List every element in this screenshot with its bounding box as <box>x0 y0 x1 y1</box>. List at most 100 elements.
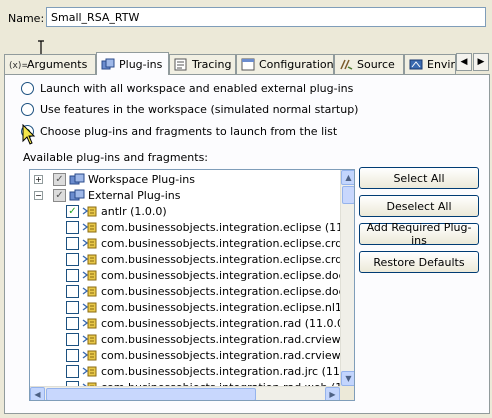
tree-item-label: com.businessobjects.integration.eclipse.… <box>101 300 354 314</box>
plugin-icon <box>82 238 97 248</box>
source-icon <box>339 58 353 71</box>
scroll-corner <box>340 386 354 400</box>
add-required-plugins-button[interactable]: Add Required Plug-ins <box>359 221 479 247</box>
plugin-checkbox[interactable]: ✓ <box>53 188 66 202</box>
plugin-icon <box>82 302 97 312</box>
plugin-checkbox[interactable] <box>66 316 79 330</box>
tab-plug-ins[interactable]: Plug-ins <box>96 52 169 75</box>
tab-configuration[interactable]: Configuration <box>236 54 334 74</box>
tree-plugin-row[interactable]: com.businessobjects.integration.rad.crvi… <box>66 347 355 363</box>
plugin-icon <box>82 270 97 280</box>
tree-plugin-row[interactable]: com.businessobjects.integration.eclipse … <box>66 219 355 235</box>
radio-button[interactable] <box>21 82 34 95</box>
radio-label: Choose plug-ins and fragments to launch … <box>40 125 338 138</box>
tree-plugin-row[interactable]: com.businessobjects.integration.eclipse.… <box>66 299 354 315</box>
tree-plugin-row[interactable]: com.businessobjects.integration.eclipse.… <box>66 267 355 283</box>
tab-scroll-right-button[interactable]: ▶ <box>473 53 489 71</box>
tree-plugin-row[interactable]: com.businessobjects.integration.eclipse.… <box>66 251 355 267</box>
plugin-checkbox[interactable] <box>66 268 79 282</box>
tree-item-label: com.businessobjects.integration.eclipse.… <box>101 268 355 282</box>
tree-plugin-row[interactable]: com.businessobjects.integration.rad.crvi… <box>66 331 354 347</box>
plugin-icon <box>82 350 97 360</box>
tree-item-label: External Plug-ins <box>88 188 181 202</box>
tab-tracing[interactable]: Tracing <box>169 54 236 74</box>
plugin-checkbox[interactable] <box>66 236 79 250</box>
plugin-checkbox[interactable]: ✓ <box>66 204 79 218</box>
tree-plugin-row[interactable]: com.businessobjects.integration.rad.jrc … <box>66 363 355 379</box>
deselect-all-button[interactable]: Deselect All <box>359 195 479 217</box>
tracing-icon <box>174 58 188 71</box>
scroll-right-icon[interactable]: ▶ <box>325 387 340 400</box>
plugin-checkbox[interactable] <box>66 220 79 234</box>
plugin-icon <box>82 286 97 296</box>
plugin-folder-icon <box>69 189 85 200</box>
svg-text:(x)=: (x)= <box>9 61 27 71</box>
tree-item-label: com.businessobjects.integration.eclipse.… <box>101 284 355 298</box>
plugin-checkbox[interactable]: ✓ <box>53 172 66 186</box>
plugin-checkbox[interactable] <box>66 332 79 346</box>
arguments-icon: (x)= <box>9 58 29 71</box>
plugin-checkbox[interactable] <box>66 348 79 362</box>
tree-plugin-row[interactable]: com.businessobjects.integration.rad (11.… <box>66 315 348 331</box>
scroll-left-icon[interactable]: ◀ <box>30 387 45 400</box>
tree-folder-row[interactable]: − ✓ External Plug-ins <box>34 187 181 203</box>
vertical-scroll-thumb[interactable] <box>342 186 354 204</box>
horizontal-scroll-thumb[interactable] <box>46 388 256 400</box>
tree-plugin-row[interactable]: ✓ antlr (1.0.0) <box>66 203 167 219</box>
scroll-down-icon[interactable]: ▼ <box>341 371 354 386</box>
plugin-checkbox[interactable] <box>66 300 79 314</box>
horizontal-scrollbar[interactable]: ◀ ▶ <box>30 386 340 400</box>
expand-icon[interactable]: + <box>34 174 43 184</box>
tab-label: Plug-ins <box>119 57 163 71</box>
tab-label: Configuration <box>259 58 334 71</box>
tree-item-label: com.businessobjects.integration.rad.crvi… <box>101 348 355 362</box>
environment-icon <box>409 58 423 71</box>
plugin-checkbox[interactable] <box>66 364 79 378</box>
plugin-icon <box>82 366 97 376</box>
select-all-button[interactable]: Select All <box>359 167 479 189</box>
tab-source[interactable]: Source <box>334 54 404 74</box>
tree-plugin-row[interactable]: com.businessobjects.integration.eclipse.… <box>66 283 355 299</box>
radio-label: Launch with all workspace and enabled ex… <box>40 82 354 95</box>
vertical-scrollbar[interactable]: ▲ ▼ <box>340 170 354 386</box>
tab-strip: (x)= Arguments Plug-ins Tracing Configur… <box>4 52 490 75</box>
name-input[interactable] <box>46 7 486 27</box>
tree-item-label: com.businessobjects.integration.rad.crvi… <box>101 332 354 346</box>
tree-plugin-row[interactable]: com.businessobjects.integration.eclipse.… <box>66 235 355 251</box>
tab-label: Tracing <box>192 58 232 71</box>
name-label: Name: <box>8 12 45 25</box>
restore-defaults-button[interactable]: Restore Defaults <box>359 251 479 273</box>
radio-choose-plugins[interactable]: Choose plug-ins and fragments to launch … <box>21 125 337 138</box>
plugin-icon <box>82 318 97 328</box>
tree-folder-row[interactable]: + ✓ Workspace Plug-ins <box>34 171 195 187</box>
plugin-icon <box>82 254 97 264</box>
plugin-checkbox[interactable] <box>66 252 79 266</box>
tree-item-label: Workspace Plug-ins <box>88 172 195 186</box>
available-plugins-label: Available plug-ins and fragments: <box>23 151 209 164</box>
collapse-icon[interactable]: − <box>34 190 43 200</box>
plugin-folder-icon <box>69 173 85 184</box>
tree-item-label: com.businessobjects.integration.eclipse … <box>101 220 355 234</box>
plugins-tree[interactable]: + ✓ Workspace Plug-ins − ✓ External Plug-ins ✓… <box>29 169 355 401</box>
radio-button[interactable] <box>21 103 34 116</box>
tab-scroll-left-button[interactable]: ◀ <box>456 53 472 71</box>
tab-arguments[interactable]: (x)= Arguments <box>4 54 96 74</box>
mouse-cursor-icon <box>22 124 36 145</box>
tree-item-label: com.businessobjects.integration.rad (11.… <box>101 316 349 330</box>
tab-environment[interactable]: Envir <box>404 54 456 74</box>
scroll-up-icon[interactable]: ▲ <box>341 170 354 185</box>
tree-item-label: com.businessobjects.integration.rad.jrc … <box>101 364 355 378</box>
plugin-checkbox[interactable] <box>66 284 79 298</box>
plugin-icon <box>82 334 97 344</box>
tree-item-label: com.businessobjects.integration.eclipse.… <box>101 252 355 266</box>
radio-launch-all[interactable]: Launch with all workspace and enabled ex… <box>21 82 353 95</box>
tree-item-label: com.businessobjects.integration.eclipse.… <box>101 236 355 250</box>
plugin-icon <box>82 206 97 216</box>
tab-label: Envir <box>427 58 456 71</box>
plugins-panel: Launch with all workspace and enabled ex… <box>4 74 490 414</box>
radio-use-features[interactable]: Use features in the workspace (simulated… <box>21 103 358 116</box>
plugins-icon <box>101 58 115 71</box>
radio-label: Use features in the workspace (simulated… <box>40 103 359 116</box>
tab-label: Source <box>357 58 395 71</box>
configuration-icon <box>241 58 255 71</box>
